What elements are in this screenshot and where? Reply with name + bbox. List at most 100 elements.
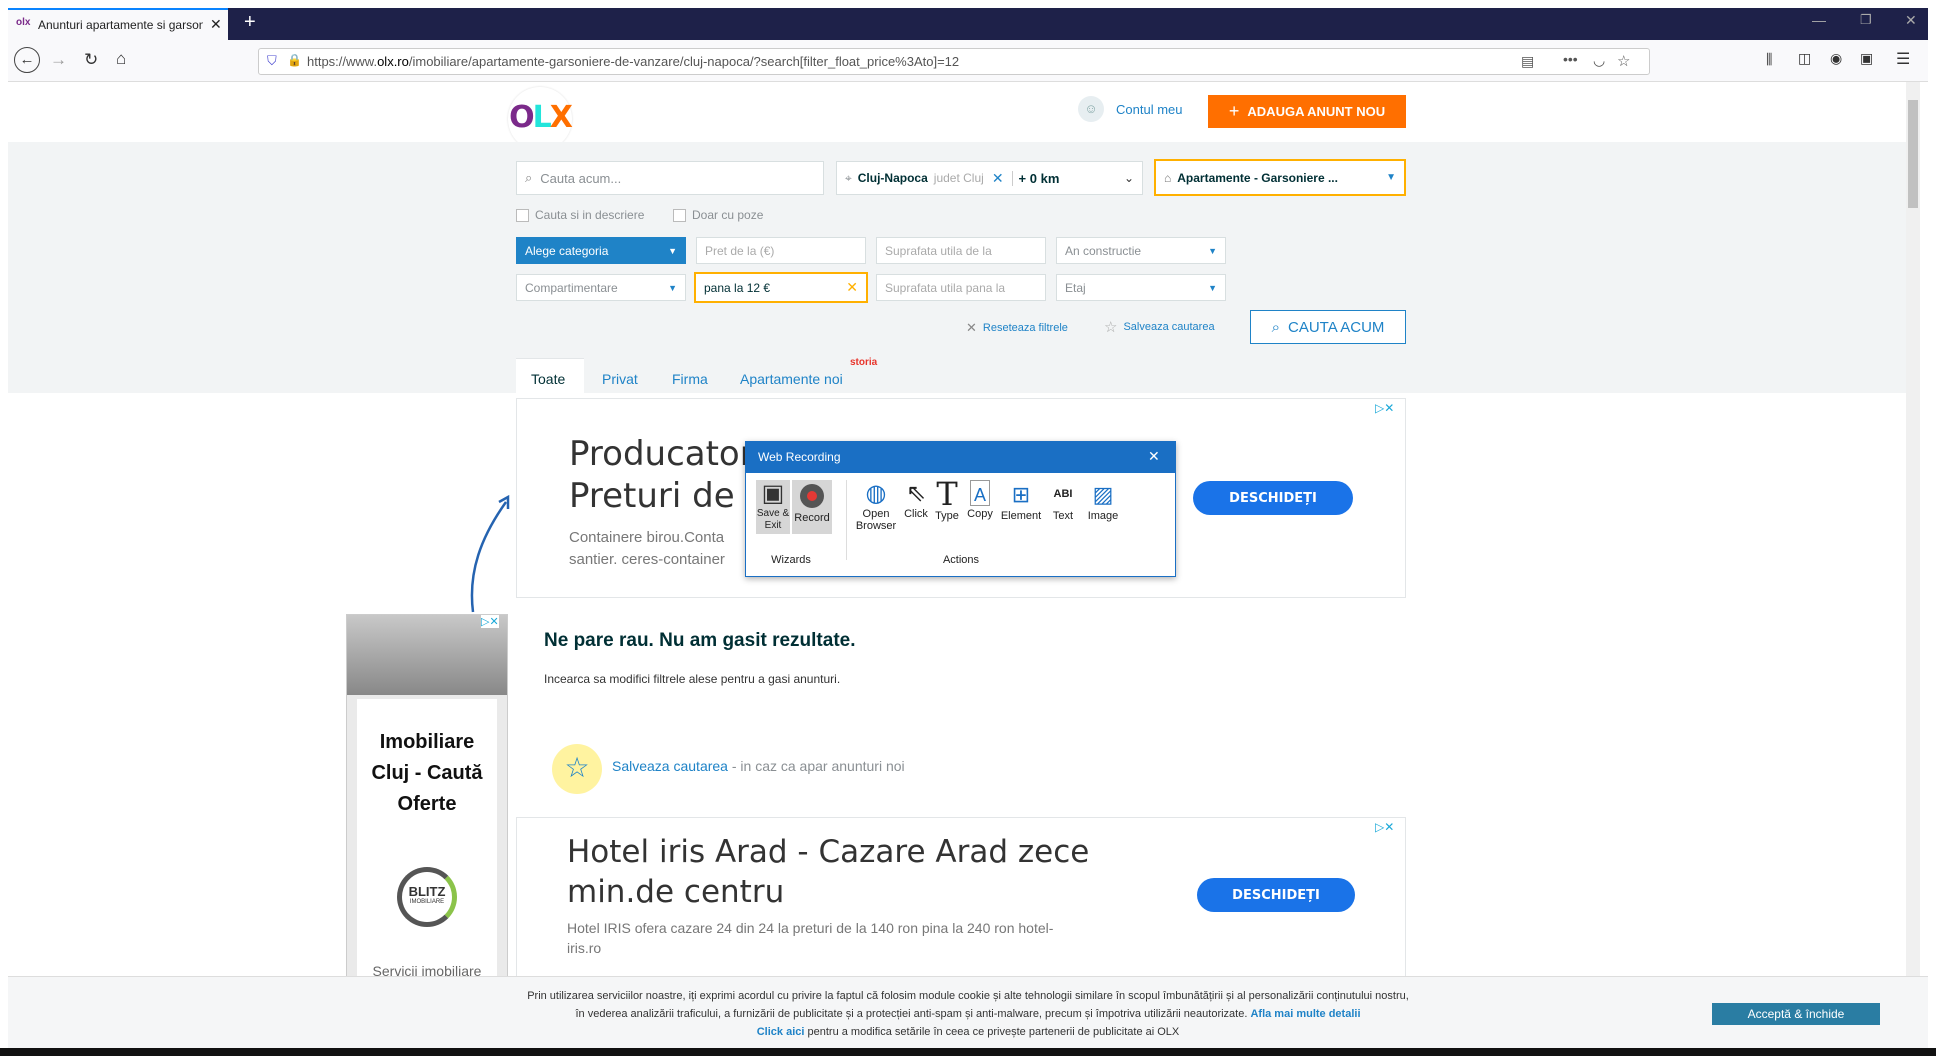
click-here-link[interactable]: Click aici xyxy=(757,1026,805,1038)
extension-icon[interactable]: ▣ xyxy=(1860,50,1873,67)
tab-all[interactable]: Toate xyxy=(516,358,584,394)
close-icon: ✕ xyxy=(966,320,977,335)
area-to-input[interactable]: Suprafata utila pana la xyxy=(876,274,1046,301)
close-tab-icon[interactable]: ✕ xyxy=(210,16,222,33)
home-icon[interactable]: ⌂ xyxy=(116,49,126,69)
copy-icon: A xyxy=(970,480,990,506)
search-description-checkbox[interactable]: Cauta si in descriere xyxy=(516,208,644,222)
browser-tab-bar: olx Anunturi apartamente si garsoniere ✕… xyxy=(8,8,1928,40)
accept-cookies-button[interactable]: Acceptă & închide xyxy=(1712,1003,1880,1025)
scrollbar-thumb[interactable] xyxy=(1908,100,1918,208)
cookie-text: Prin utilizarea serviciilor noastre, iți… xyxy=(527,990,1409,1038)
radius-select[interactable]: + 0 km xyxy=(1011,170,1059,186)
tab-new-apartments[interactable]: Apartamente noi xyxy=(740,371,843,387)
year-built-select[interactable]: An constructie ▼ xyxy=(1056,237,1226,264)
sidebar-icon[interactable]: ◫ xyxy=(1798,50,1811,67)
search-panel: ⌕ Cauta acum... ⌖ Cluj-Napoca judet Cluj … xyxy=(8,142,1920,394)
forward-icon[interactable]: → xyxy=(50,50,67,70)
tab-company[interactable]: Firma xyxy=(672,371,708,387)
dialog-title: Web Recording xyxy=(746,442,1175,473)
search-button[interactable]: ⌕ CAUTA ACUM xyxy=(1250,310,1406,344)
image-button[interactable]: ▨ Image xyxy=(1084,480,1122,522)
click-button[interactable]: ⇖ Click xyxy=(902,480,930,520)
location-pin-icon: ⌖ xyxy=(845,170,852,185)
cookie-consent-bar: Prin utilizarea serviciilor noastre, iți… xyxy=(8,976,1928,1048)
tab-private[interactable]: Privat xyxy=(602,371,638,387)
close-window-icon[interactable]: ✕ xyxy=(1905,12,1917,29)
record-button[interactable]: Record xyxy=(792,480,832,534)
subcategory-select[interactable]: Alege categoria ▼ xyxy=(516,237,686,264)
dropdown-arrow-icon: ▼ xyxy=(1208,245,1217,256)
taskbar xyxy=(0,1048,1936,1056)
dropdown-arrow-icon: ▼ xyxy=(668,282,677,293)
ad-banner-hotel[interactable]: ▷✕ Hotel iris Arad - Cazare Arad zece mi… xyxy=(516,817,1406,977)
dropdown-arrow-icon: ▼ xyxy=(1386,172,1396,183)
bookmark-star-icon[interactable]: ☆ xyxy=(1617,52,1630,70)
text-button[interactable]: ABI Text xyxy=(1046,480,1080,522)
search-icon: ⌕ xyxy=(525,170,533,185)
price-from-input[interactable]: Pret de la (€) xyxy=(696,237,866,264)
post-ad-button[interactable]: + ADAUGA ANUNT NOU xyxy=(1208,95,1406,128)
url-bar[interactable]: ⛉ 🔒 https://www.olx.ro/imobiliare/aparta… xyxy=(258,48,1650,75)
url-text[interactable]: https://www.olx.ro/imobiliare/apartament… xyxy=(307,54,959,69)
price-to-input[interactable]: pana la 12 € ✕ xyxy=(694,272,868,303)
menu-icon[interactable]: ☰ xyxy=(1896,49,1910,69)
ad-open-button[interactable]: DESCHIDEȚI xyxy=(1197,878,1355,912)
more-actions-icon[interactable]: ••• xyxy=(1563,51,1578,67)
navigation-bar: ← → ↻ ⌂ ⛉ 🔒 https://www.olx.ro/imobiliar… xyxy=(8,40,1928,82)
category-select[interactable]: ⌂ Apartamente - Garsoniere ... ▼ xyxy=(1154,159,1406,196)
ad-open-button[interactable]: DESCHIDEȚI xyxy=(1193,481,1353,515)
adchoices-icon[interactable]: ▷✕ xyxy=(1375,820,1394,834)
reset-filters-link[interactable]: ✕ Reseteaza filtrele xyxy=(966,320,1068,336)
element-button[interactable]: ⊞ Element xyxy=(1000,480,1042,522)
search-input[interactable]: ⌕ Cauta acum... xyxy=(516,161,824,195)
checkbox-box xyxy=(516,208,529,222)
ad-title: Hotel iris Arad - Cazare Arad zece min.d… xyxy=(567,834,1090,910)
text-abc-icon: ABI xyxy=(1053,488,1073,500)
photos-only-checkbox[interactable]: Doar cu poze xyxy=(673,208,763,222)
star-icon: ☆ xyxy=(1104,319,1118,336)
search-icon: ⌕ xyxy=(1271,318,1280,336)
type-button[interactable]: T Type xyxy=(932,478,962,522)
area-from-input[interactable]: Suprafata utila de la xyxy=(876,237,1046,264)
wizards-group-label: Wizards xyxy=(771,554,811,566)
save-search-link[interactable]: ☆ Salveaza cautarea xyxy=(1104,318,1215,336)
actions-group-label: Actions xyxy=(942,554,980,566)
my-account-link[interactable]: Contul meu xyxy=(1116,102,1182,117)
reload-icon[interactable]: ↻ xyxy=(84,50,98,70)
adchoices-icon[interactable]: ▷✕ xyxy=(1375,401,1394,415)
lock-icon[interactable]: 🔒 xyxy=(287,53,302,67)
pocket-icon[interactable]: ◡ xyxy=(1593,52,1605,69)
clear-price-icon[interactable]: ✕ xyxy=(846,279,858,296)
account-icon[interactable]: ◉ xyxy=(1830,50,1842,67)
ad-title: Imobiliare Cluj - Caută Oferte xyxy=(371,731,483,815)
new-tab-icon[interactable]: + xyxy=(244,11,256,34)
chevron-down-icon: ⌄ xyxy=(1123,171,1134,185)
library-icon[interactable]: ⫼ xyxy=(1766,51,1772,68)
open-browser-button[interactable]: ◍ Open Browser xyxy=(854,480,898,532)
save-exit-button[interactable]: ▣ Save & Exit xyxy=(756,480,790,534)
ad-body: Containere birou.Conta santier. ceres-co… xyxy=(569,529,725,568)
tracking-shield-icon[interactable]: ⛉ xyxy=(267,53,277,69)
reader-view-icon[interactable]: ▤ xyxy=(1521,53,1534,70)
restore-icon[interactable]: ❐ xyxy=(1860,12,1872,28)
floppy-disk-icon: ▣ xyxy=(761,480,785,507)
floor-select[interactable]: Etaj ▼ xyxy=(1056,274,1226,301)
save-search-link[interactable]: Salveaza cautarea xyxy=(612,758,728,774)
grid-element-icon: ⊞ xyxy=(1011,482,1031,507)
minimize-icon[interactable]: — xyxy=(1812,12,1826,28)
copy-button[interactable]: A Copy xyxy=(964,480,996,520)
browser-tab[interactable]: olx Anunturi apartamente si garsoniere ✕ xyxy=(8,8,228,40)
house-icon: ⌂ xyxy=(1164,170,1172,185)
back-icon[interactable]: ← xyxy=(14,47,40,73)
location-field[interactable]: ⌖ Cluj-Napoca judet Cluj ✕ + 0 km ⌄ xyxy=(836,161,1143,195)
dropdown-arrow-icon: ▼ xyxy=(668,245,677,256)
blitz-logo: BLITZ IMOBILIARE xyxy=(397,867,457,927)
page-scrollbar[interactable] xyxy=(1906,82,1920,976)
partitioning-select[interactable]: Compartimentare ▼ xyxy=(516,274,686,301)
close-dialog-icon[interactable]: ✕ xyxy=(1148,448,1160,465)
cursor-icon: ⇖ xyxy=(905,480,927,507)
clear-location-icon[interactable]: ✕ xyxy=(992,170,1004,187)
more-details-link[interactable]: Afla mai multe detalii xyxy=(1250,1008,1360,1020)
user-icon[interactable]: ☺ xyxy=(1078,96,1104,122)
